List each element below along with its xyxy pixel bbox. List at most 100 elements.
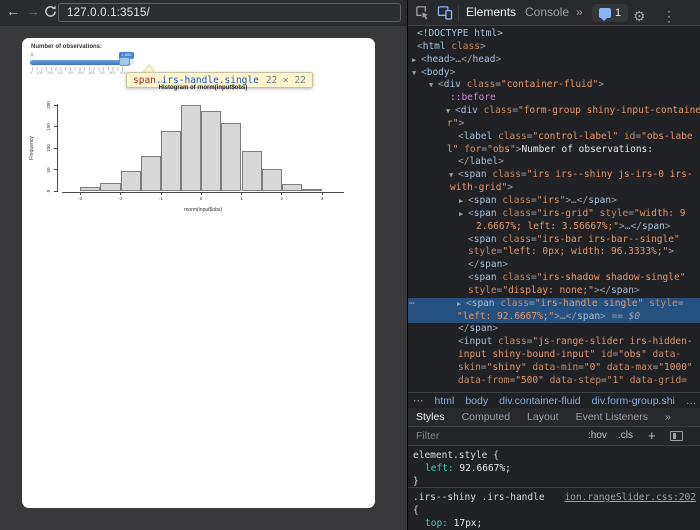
css-declaration[interactable]: left: 92.6667%; xyxy=(413,463,511,474)
x-tick-label: -2 xyxy=(118,196,123,201)
x-tick-label: -3 xyxy=(78,196,83,201)
expand-arrow-icon[interactable]: ▶ xyxy=(459,208,463,221)
dom-row[interactable]: <span class="irs-bar irs-bar--single" xyxy=(408,234,700,247)
styles-rules: element.style { left: 92.6667%; } .irs--… xyxy=(408,446,700,530)
breadcrumb: ⋯ html body div.container-fluid div.form-gr… xyxy=(408,392,700,408)
dom-row[interactable]: <input class="js-range-slider irs-hidden… xyxy=(408,336,700,349)
histogram-bar xyxy=(281,184,302,192)
plot-title: Histogram of rnorm(input$obs) xyxy=(158,85,248,91)
breadcrumb-item[interactable]: div.form-group.shi xyxy=(592,395,675,407)
dom-tree: <!DOCTYPE html> <html class> ▶ <head>…</hea… xyxy=(408,26,700,392)
tab-styles[interactable]: Styles xyxy=(416,411,445,423)
back-icon[interactable]: ← xyxy=(6,3,20,19)
device-toolbar-icon[interactable] xyxy=(437,5,453,25)
tab-computed[interactable]: Computed xyxy=(462,411,510,423)
styles-filter-bar: Filter :hov .cls + xyxy=(408,427,700,446)
x-tick-label: 1 xyxy=(240,196,243,201)
dom-row[interactable]: 2.6667%; left: 3.56667%;">…</span> xyxy=(408,221,700,234)
shiny-app-page: Number of observations: 0 1,000 0 100 200 3… xyxy=(22,38,375,508)
dom-row[interactable]: <html class> xyxy=(408,41,700,54)
histogram-plot: Histogram of rnorm(input$obs) Frequency … xyxy=(22,38,375,508)
x-tick xyxy=(200,192,202,196)
rule-element-style[interactable]: element.style { xyxy=(413,450,499,461)
dom-row[interactable]: "left: 92.6667%;">…</span> == $0 xyxy=(408,310,700,324)
y-tick-label: 100 xyxy=(45,144,51,152)
more-tabs-icon[interactable]: » xyxy=(576,0,583,25)
dom-row[interactable]: data-from="500" data-step="1" data-grid= xyxy=(408,375,700,388)
toolbar-divider xyxy=(458,5,459,21)
new-style-rule-button[interactable]: + xyxy=(648,428,656,443)
y-tick xyxy=(54,190,57,192)
toggle-cls[interactable]: .cls xyxy=(618,430,633,441)
browser-toolbar: ← → 127.0.0.1:3515/ xyxy=(0,0,407,26)
browser-window: ← → 127.0.0.1:3515/ Number of observatio… xyxy=(0,0,407,530)
expand-arrow-icon[interactable]: ▶ xyxy=(412,54,416,67)
histogram-bar xyxy=(301,189,323,192)
dom-row[interactable]: <label class="control-label" id="obs-lab… xyxy=(408,131,700,144)
expand-arrow-icon[interactable]: ▼ xyxy=(449,169,453,182)
rule-irs-handle[interactable]: .irs--shiny .irs-handle xyxy=(413,492,545,503)
toggle-hov[interactable]: :hov xyxy=(588,430,607,441)
histogram-bar xyxy=(181,105,202,192)
y-tick xyxy=(54,147,57,149)
dom-row[interactable]: ⋯ ▶ <span class="irs-handle single" style= xyxy=(408,297,700,311)
dom-row[interactable]: style="left: 0px; width: 96.3333%;"> xyxy=(408,246,700,259)
breadcrumb-overflow-right-icon[interactable]: … xyxy=(686,395,697,407)
more-panels-icon[interactable]: » xyxy=(665,411,671,423)
x-tick xyxy=(120,192,121,196)
breadcrumb-item[interactable]: html xyxy=(435,395,455,407)
histogram-bar xyxy=(241,151,262,192)
stylesheet-source-link[interactable]: ion.rangeSlider.css:202 xyxy=(564,492,696,503)
histogram-bar xyxy=(261,169,282,192)
dom-row[interactable]: skin="shiny" data-min="0" data-max="1000… xyxy=(408,362,700,375)
expand-arrow-icon[interactable]: ▼ xyxy=(446,105,450,118)
dom-row[interactable]: ▶ <span class="irs">…</span> xyxy=(408,195,700,208)
dom-row[interactable]: </span> xyxy=(408,323,700,336)
breadcrumb-overflow-left-icon[interactable]: ⋯ xyxy=(413,395,424,407)
tab-console[interactable]: Console xyxy=(525,0,569,25)
dom-row[interactable]: input shiny-bound-input" id="obs" data- xyxy=(408,349,700,362)
more-actions-icon[interactable]: ⋯ xyxy=(409,298,415,311)
dom-row[interactable]: </span> xyxy=(408,259,700,272)
dom-row[interactable]: ▼ <div class="form-group shiny-input-cont… xyxy=(408,105,700,118)
css-declaration[interactable]: top: 17px; xyxy=(413,518,482,529)
dom-row[interactable]: with-grid"> xyxy=(408,182,700,195)
dom-row[interactable]: style="display: none;"></span> xyxy=(408,285,700,298)
dom-row[interactable]: <span class="irs-shadow shadow-single" xyxy=(408,272,700,285)
dom-row[interactable]: ▶ <span class="irs-grid" style="width: 9 xyxy=(408,208,700,221)
expand-arrow-icon[interactable]: ▼ xyxy=(429,79,433,92)
tab-elements[interactable]: Elements xyxy=(466,0,516,25)
filter-input[interactable]: Filter xyxy=(416,430,439,442)
sidebar-toggle-icon[interactable] xyxy=(670,431,683,441)
styles-tab-bar: Styles Computed Layout Event Listeners » xyxy=(408,408,700,427)
x-tick xyxy=(241,192,242,196)
forward-icon[interactable]: → xyxy=(26,3,40,19)
x-tick xyxy=(281,192,283,196)
dom-row[interactable]: <!DOCTYPE html> xyxy=(408,28,700,41)
devtools-toolbar: Elements Console » 1 ⚙ ⋮ xyxy=(408,0,700,26)
dom-row[interactable]: ▼ <span class="irs irs--shiny js-irs-0 ir… xyxy=(408,169,700,182)
reload-glyph xyxy=(45,5,56,17)
dom-row[interactable]: ▼ <body> xyxy=(408,67,700,80)
rule-selector: .irs--shiny .irs-handle xyxy=(413,492,545,503)
x-tick-label: -1 xyxy=(158,196,163,201)
tab-event-listeners[interactable]: Event Listeners xyxy=(576,411,648,423)
expand-arrow-icon[interactable]: ▶ xyxy=(457,298,461,311)
expand-arrow-icon[interactable]: ▶ xyxy=(459,195,463,208)
dom-row[interactable]: ▼ <div class="container-fluid"> xyxy=(408,79,700,92)
dom-row[interactable]: r"> xyxy=(408,118,700,131)
breadcrumb-item[interactable]: div.container-fluid xyxy=(499,395,581,407)
url-bar[interactable]: 127.0.0.1:3515/ xyxy=(58,3,401,22)
inspect-element-icon[interactable] xyxy=(415,5,430,25)
dom-row[interactable]: ::before xyxy=(408,92,700,105)
histogram-bar xyxy=(221,123,242,192)
breadcrumb-item[interactable]: body xyxy=(465,395,488,407)
dom-row[interactable]: </label> xyxy=(408,156,700,169)
dom-row[interactable]: ▶ <head>…</head> xyxy=(408,54,700,67)
reload-icon[interactable] xyxy=(44,5,57,21)
expand-arrow-icon[interactable]: ▼ xyxy=(412,67,416,80)
issues-counter[interactable]: 1 xyxy=(592,4,629,22)
tab-layout[interactable]: Layout xyxy=(527,411,559,423)
dom-row[interactable]: l" for="obs">Number of observations: xyxy=(408,144,700,157)
histogram-bar xyxy=(160,130,182,192)
